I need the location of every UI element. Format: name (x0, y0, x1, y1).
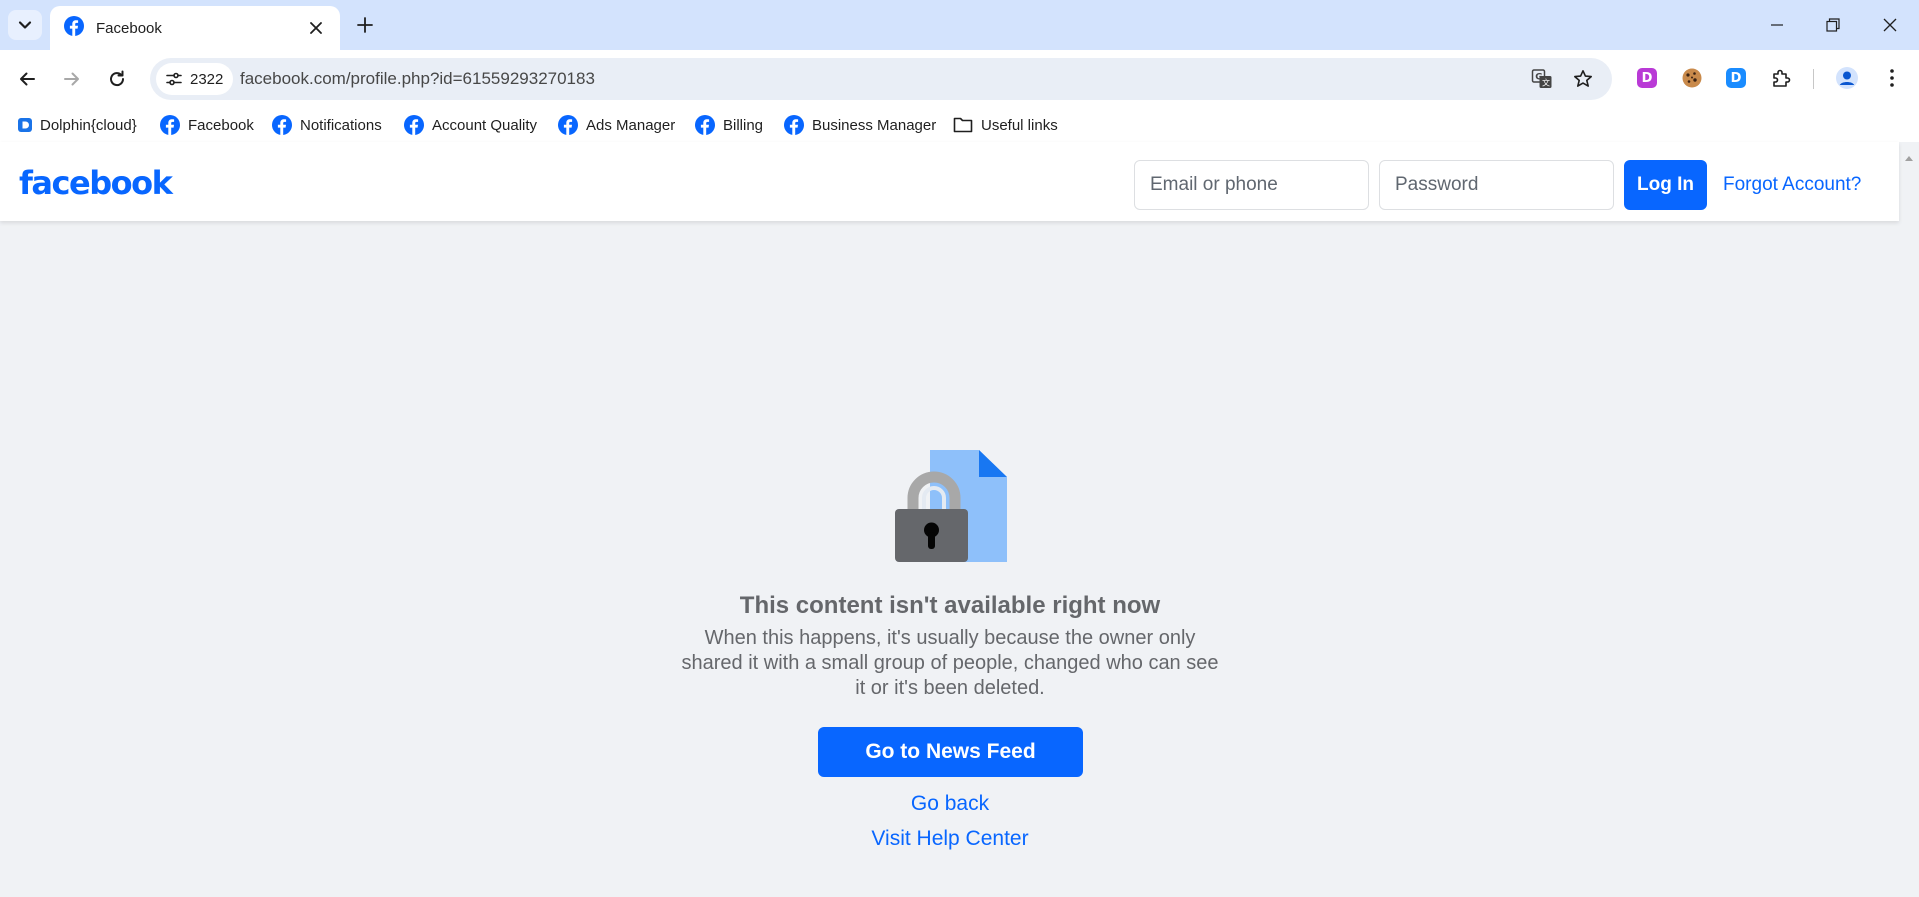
locked-document-illustration-icon (892, 440, 1008, 567)
site-chip-count: 2322 (190, 70, 224, 88)
bookmark-label: Dolphin{cloud} (40, 116, 137, 134)
profile-avatar-icon[interactable] (1834, 65, 1860, 91)
facebook-icon (404, 115, 424, 135)
bookmark-label: Billing (723, 116, 764, 134)
unavailable-description: When this happens, it's usually because … (681, 627, 1219, 699)
restore-icon[interactable] (1815, 10, 1851, 40)
unavailable-title: This content isn't available right now (739, 592, 1161, 619)
reload-icon[interactable] (102, 64, 132, 94)
browser-tab-active[interactable]: Facebook (50, 6, 340, 50)
facebook-icon (784, 115, 804, 135)
bookmark-label: Facebook (188, 116, 254, 134)
more-menu-icon[interactable] (1879, 65, 1905, 91)
bookmark-ads-manager[interactable]: Ads Manager (558, 114, 675, 136)
browser-tabstrip: Facebook (0, 0, 1919, 50)
tune-icon (166, 72, 182, 86)
bookmark-facebook[interactable]: Facebook (160, 114, 254, 136)
email-field[interactable] (1134, 160, 1369, 210)
bookmark-label: Account Quality (432, 116, 538, 134)
facebook-icon (160, 115, 180, 135)
extensions-puzzle-icon[interactable] (1768, 65, 1794, 91)
dolphin-extension-icon[interactable]: D (1634, 65, 1660, 91)
bookmark-billing[interactable]: Billing (695, 114, 763, 136)
dolphin-blue-extension-icon[interactable]: D (1723, 65, 1749, 91)
bookmark-dolphin-cloud[interactable]: Dolphin{cloud} (18, 114, 137, 136)
svg-text:文: 文 (1542, 78, 1550, 88)
tab-title: Facebook (96, 19, 162, 37)
close-window-icon[interactable] (1872, 10, 1908, 40)
minimize-icon[interactable] (1759, 10, 1795, 40)
bookmark-label: Notifications (300, 116, 382, 134)
forward-icon[interactable] (57, 64, 87, 94)
bookmark-label: Business Manager (812, 116, 937, 134)
bookmark-label: Ads Manager (586, 116, 676, 134)
cookie-extension-icon[interactable] (1679, 65, 1705, 91)
facebook-icon (558, 115, 578, 135)
back-icon[interactable] (12, 64, 42, 94)
bookmark-label: Useful links (981, 116, 1058, 134)
password-field[interactable] (1379, 160, 1614, 210)
browser-toolbar: 2322 facebook.com/profile.php?id=6155929… (0, 50, 1919, 108)
address-bar[interactable]: 2322 facebook.com/profile.php?id=6155929… (150, 58, 1612, 100)
visit-help-center-link[interactable]: Visit Help Center (660, 827, 1240, 851)
facebook-icon (272, 115, 292, 135)
go-back-link[interactable]: Go back (660, 792, 1240, 816)
bookmark-star-icon[interactable] (1571, 67, 1595, 91)
bookmark-folder-useful-links[interactable]: Useful links (953, 114, 1058, 136)
forgot-account-link[interactable]: Forgot Account? (1723, 174, 1861, 196)
bookmark-notifications[interactable]: Notifications (272, 114, 382, 136)
new-tab-icon[interactable] (352, 12, 378, 38)
tab-search-button[interactable] (8, 10, 42, 40)
chevron-down-icon (18, 21, 32, 29)
facebook-favicon-icon (64, 15, 84, 41)
scrollbar-up-arrow-icon[interactable] (1903, 152, 1915, 164)
toolbar-divider (1813, 69, 1814, 89)
go-to-news-feed-button[interactable]: Go to News Feed (818, 727, 1083, 777)
dolphin-icon (18, 118, 32, 132)
facebook-logo[interactable]: facebook (19, 164, 173, 202)
folder-icon (953, 117, 973, 133)
url-text[interactable]: facebook.com/profile.php?id=615592932701… (240, 69, 595, 89)
site-info-chip[interactable]: 2322 (156, 63, 234, 95)
bookmarks-bar: Dolphin{cloud} Facebook Notifications Ac… (0, 108, 1919, 142)
tab-close-icon[interactable] (306, 18, 326, 38)
facebook-icon (695, 115, 715, 135)
translate-icon[interactable]: G文 (1530, 67, 1554, 91)
bookmark-business-manager[interactable]: Business Manager (784, 114, 936, 136)
facebook-header: facebook Log In Forgot Account? (0, 142, 1899, 221)
login-button[interactable]: Log In (1624, 160, 1707, 210)
bookmark-account-quality[interactable]: Account Quality (404, 114, 537, 136)
